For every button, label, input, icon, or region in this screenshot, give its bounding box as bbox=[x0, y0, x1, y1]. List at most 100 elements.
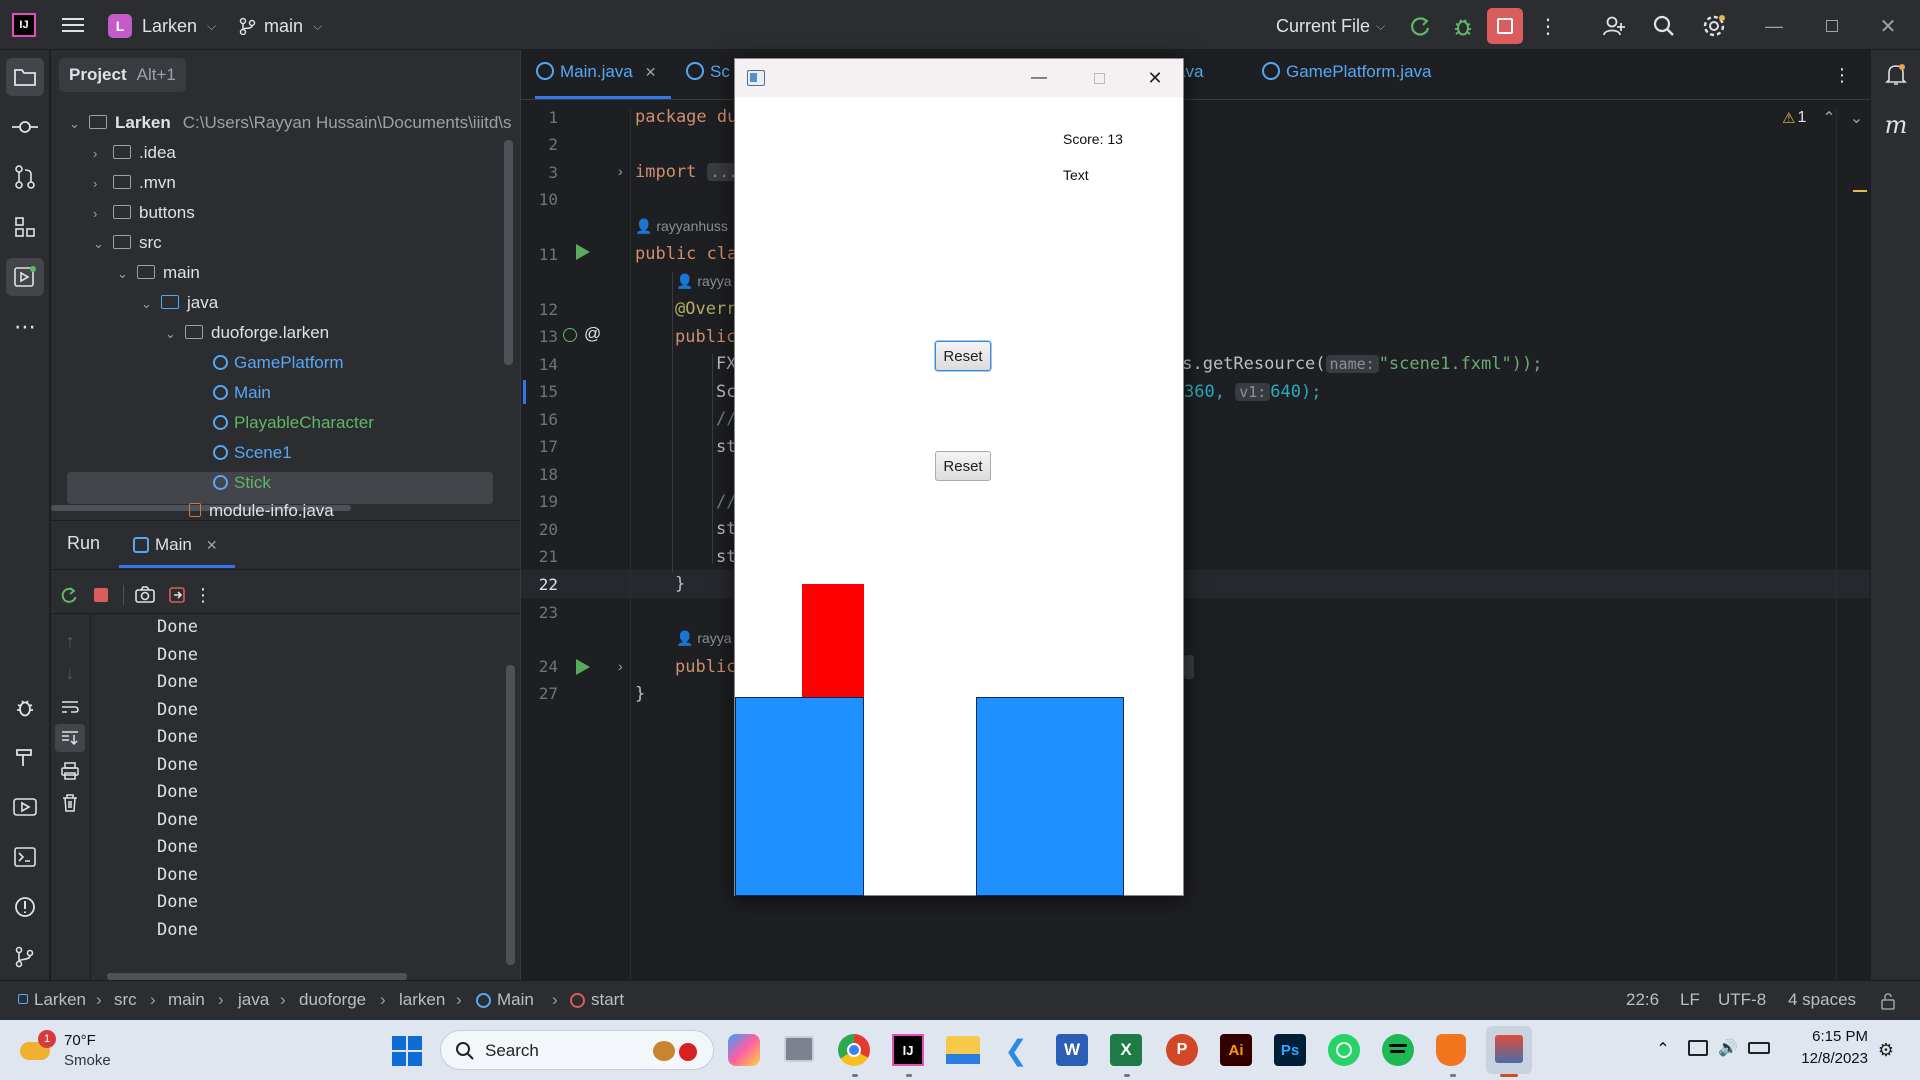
tree-item-main[interactable]: ⌄ main bbox=[117, 258, 200, 288]
close-tab-icon[interactable]: ✕ bbox=[206, 537, 218, 554]
breadcrumb-item-method[interactable]: start bbox=[570, 990, 624, 1010]
maven-icon[interactable]: m bbox=[1881, 110, 1911, 140]
fold-chevron-icon[interactable]: › bbox=[618, 658, 623, 674]
line-separator[interactable]: LF bbox=[1680, 990, 1700, 1010]
main-menu-icon[interactable] bbox=[62, 14, 84, 36]
project-view-selector[interactable]: Project Alt+1 bbox=[59, 58, 186, 92]
file-explorer-icon[interactable] bbox=[946, 1036, 980, 1064]
reset-button-focused[interactable]: Reset bbox=[935, 341, 991, 371]
reset-button[interactable]: Reset bbox=[935, 451, 991, 481]
scroll-down-icon[interactable]: ↓ bbox=[57, 660, 83, 686]
weather-widget[interactable]: 1 70°F Smoke bbox=[20, 1030, 140, 1072]
vcs-branch-widget[interactable]: main ⌵ bbox=[238, 12, 322, 40]
lock-icon[interactable] bbox=[1876, 990, 1900, 1012]
vscode-icon[interactable]: ❮ bbox=[1000, 1034, 1032, 1066]
breadcrumb-item[interactable]: Larken bbox=[34, 990, 86, 1010]
at-annotation-gutter-icon[interactable]: @ bbox=[584, 324, 601, 344]
run-tool-icon[interactable] bbox=[6, 258, 44, 296]
illustrator-icon[interactable]: Ai bbox=[1220, 1034, 1252, 1066]
rerun-icon[interactable] bbox=[1406, 12, 1434, 40]
console-scrollbar[interactable] bbox=[506, 665, 515, 965]
tree-item-mvn[interactable]: › .mvn bbox=[93, 168, 176, 198]
run-tab-main[interactable]: Main ✕ bbox=[133, 527, 218, 563]
exit-icon[interactable] bbox=[163, 581, 191, 609]
services-icon[interactable] bbox=[6, 788, 44, 826]
task-view-icon[interactable] bbox=[784, 1036, 814, 1062]
tree-item-buttons[interactable]: › buttons bbox=[93, 198, 195, 228]
code-editor[interactable] bbox=[520, 50, 1871, 980]
tree-item-root[interactable]: ⌄ Larken C:\Users\Rayyan Hussain\Documents… bbox=[69, 108, 512, 138]
tree-item-stick[interactable]: Stick bbox=[213, 468, 271, 498]
chrome-icon[interactable] bbox=[838, 1034, 870, 1066]
tree-item-java[interactable]: ⌄ java bbox=[141, 288, 218, 318]
soft-wrap-icon[interactable] bbox=[57, 694, 83, 720]
tree-item-src[interactable]: ⌄ src bbox=[93, 228, 162, 258]
chevron-up-icon[interactable]: ⌃ bbox=[1822, 108, 1835, 128]
run-gutter-icon[interactable] bbox=[576, 659, 590, 675]
problems-icon[interactable] bbox=[6, 888, 44, 926]
tab-more-icon[interactable]: ⋮ bbox=[1832, 62, 1852, 88]
override-gutter-icon[interactable] bbox=[563, 328, 577, 342]
caret-position[interactable]: 22:6 bbox=[1626, 990, 1659, 1010]
console-horizontal-scrollbar[interactable] bbox=[107, 973, 407, 980]
tab-main-java[interactable]: Main.java ✕ bbox=[536, 62, 657, 82]
tab-scene1[interactable]: Sc bbox=[686, 62, 730, 82]
debug-icon[interactable] bbox=[1449, 12, 1477, 40]
battery-icon[interactable] bbox=[1748, 1042, 1770, 1054]
search-icon[interactable] bbox=[1650, 12, 1678, 40]
tree-item-scene1[interactable]: Scene1 bbox=[213, 438, 292, 468]
code-author-hint[interactable]: 👤 rayyanhuss bbox=[635, 218, 728, 235]
breadcrumb-item[interactable]: java bbox=[238, 990, 269, 1010]
taskbar-search-box[interactable]: Search bbox=[440, 1030, 714, 1070]
build-hammer-icon[interactable] bbox=[6, 738, 44, 776]
stop-button[interactable] bbox=[1487, 8, 1523, 44]
powerpoint-icon[interactable]: P bbox=[1166, 1034, 1198, 1066]
breadcrumb-item[interactable]: larken bbox=[399, 990, 445, 1010]
breadcrumb-item[interactable]: src bbox=[114, 990, 137, 1010]
git-icon[interactable] bbox=[6, 938, 44, 976]
tree-item-module-info[interactable]: module-info.java bbox=[189, 498, 334, 518]
whatsapp-icon[interactable] bbox=[1328, 1034, 1360, 1066]
structure-icon[interactable] bbox=[6, 208, 44, 246]
code-author-hint[interactable]: 👤 rayya bbox=[676, 273, 732, 290]
excel-icon[interactable]: X bbox=[1110, 1034, 1142, 1066]
code-with-me-icon[interactable] bbox=[1600, 12, 1628, 40]
java-app-taskbar-button[interactable] bbox=[1486, 1026, 1532, 1074]
more-actions-icon[interactable]: ⋮ bbox=[1538, 12, 1558, 40]
chevron-down-icon[interactable]: ⌄ bbox=[1850, 108, 1863, 128]
clock-date[interactable]: 12/8/2023 bbox=[1788, 1050, 1868, 1067]
rerun-icon[interactable] bbox=[55, 581, 83, 609]
photoshop-icon[interactable]: Ps bbox=[1274, 1034, 1306, 1066]
copilot-icon[interactable] bbox=[728, 1034, 760, 1066]
breadcrumb-item[interactable]: duoforge bbox=[299, 990, 366, 1010]
close-window-icon[interactable]: ✕ bbox=[1874, 12, 1902, 40]
tree-item-idea[interactable]: › .idea bbox=[93, 138, 176, 168]
commit-icon[interactable] bbox=[6, 108, 44, 146]
fold-chevron-icon[interactable]: › bbox=[618, 163, 623, 179]
tree-item-main-class[interactable]: Main bbox=[213, 378, 271, 408]
brave-browser-icon[interactable] bbox=[1436, 1034, 1466, 1066]
game-window-title-bar[interactable]: — ✕ bbox=[735, 59, 1183, 97]
spotify-icon[interactable] bbox=[1382, 1034, 1414, 1066]
windows-start-icon[interactable] bbox=[392, 1036, 422, 1066]
indent-setting[interactable]: 4 spaces bbox=[1788, 990, 1856, 1010]
debug-tool-icon[interactable] bbox=[6, 688, 44, 726]
maximize-window-icon[interactable] bbox=[1085, 65, 1113, 91]
inspection-widget[interactable]: ⚠ 1 ⌃ ⌄ bbox=[1782, 108, 1863, 128]
camera-icon[interactable] bbox=[131, 581, 159, 609]
intellij-logo-icon[interactable]: IJ bbox=[12, 13, 36, 37]
code-author-hint[interactable]: 👤 rayya bbox=[676, 630, 732, 647]
settings-gear-icon[interactable] bbox=[1700, 12, 1728, 40]
close-window-icon[interactable]: ✕ bbox=[1141, 65, 1169, 91]
volume-icon[interactable]: 🔊 bbox=[1716, 1036, 1740, 1060]
display-icon[interactable] bbox=[1688, 1040, 1708, 1056]
restore-window-icon[interactable] bbox=[1818, 12, 1846, 40]
clock-time[interactable]: 6:15 PM bbox=[1794, 1028, 1868, 1045]
intellij-icon[interactable]: IJ bbox=[892, 1034, 924, 1066]
tree-item-playablecharacter[interactable]: PlayableCharacter bbox=[213, 408, 374, 438]
more-actions-icon[interactable]: ⋮ bbox=[193, 581, 213, 609]
close-tab-icon[interactable]: ✕ bbox=[645, 64, 657, 80]
more-tools-icon[interactable]: ⋯ bbox=[6, 308, 44, 346]
terminal-icon[interactable] bbox=[6, 838, 44, 876]
breadcrumb-item[interactable]: main bbox=[168, 990, 205, 1010]
